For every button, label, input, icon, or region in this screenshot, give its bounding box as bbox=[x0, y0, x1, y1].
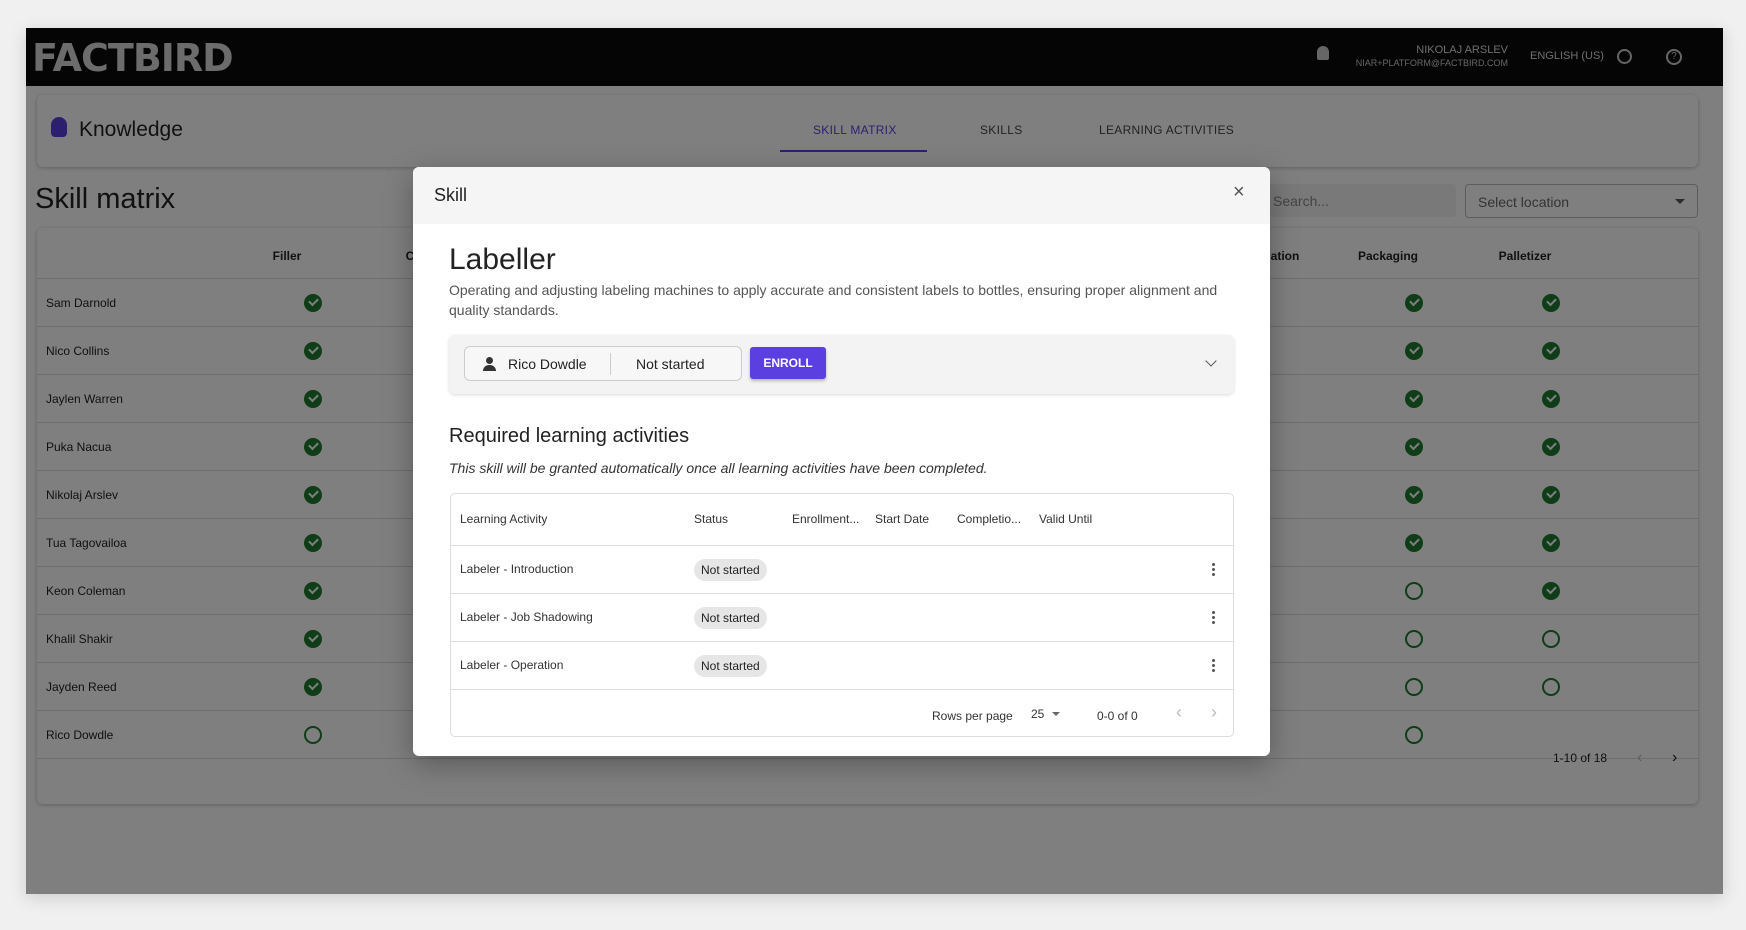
enroll-button[interactable]: ENROLL bbox=[750, 347, 826, 379]
dialog-title: Skill bbox=[434, 185, 468, 205]
column-header[interactable]: Learning Activity bbox=[460, 512, 547, 526]
status-badge: Not started bbox=[694, 655, 767, 677]
learning-activities-table: Learning Activity Status Enrollment... Star… bbox=[450, 493, 1234, 737]
person-icon bbox=[483, 357, 496, 371]
status-badge: Not started bbox=[694, 607, 767, 629]
dialog-header: Skill × bbox=[413, 167, 1270, 224]
activity-name[interactable]: Labeler - Operation bbox=[460, 658, 563, 672]
rows-per-page-value: 25 bbox=[1031, 707, 1045, 721]
column-header[interactable]: Start Date bbox=[875, 512, 929, 526]
more-options-icon[interactable] bbox=[1212, 664, 1215, 667]
skill-name: Labeller bbox=[449, 243, 556, 276]
caret-down-icon bbox=[1051, 712, 1060, 720]
section-title: Required learning activities bbox=[449, 425, 690, 447]
activity-name[interactable]: Labeler - Introduction bbox=[460, 562, 573, 576]
more-options-icon[interactable] bbox=[1212, 616, 1215, 619]
skill-description: Operating and adjusting labeling machine… bbox=[449, 282, 1218, 318]
divider bbox=[451, 593, 1233, 594]
chevron-down-icon[interactable] bbox=[1205, 355, 1217, 367]
section-note: This skill will be granted automatically… bbox=[449, 460, 988, 476]
divider bbox=[451, 641, 1233, 642]
divider bbox=[610, 353, 611, 375]
divider bbox=[451, 689, 1233, 690]
rows-per-page-label: Rows per page bbox=[932, 709, 1013, 723]
enrollment-chip[interactable]: Rico Dowdle Not started bbox=[464, 346, 742, 381]
enrollment-panel: Rico Dowdle Not started ENROLL bbox=[449, 335, 1234, 394]
column-header[interactable]: Completio... bbox=[957, 512, 1021, 526]
enrollee-name: Rico Dowdle bbox=[508, 356, 587, 372]
table-range: 0-0 of 0 bbox=[1097, 709, 1138, 723]
rows-per-page-select[interactable]: 25 bbox=[1031, 707, 1060, 721]
skill-dialog: Skill × Labeller Operating and adjusting… bbox=[413, 167, 1270, 756]
divider bbox=[451, 545, 1233, 546]
status-badge: Not started bbox=[694, 559, 767, 581]
activity-name[interactable]: Labeler - Job Shadowing bbox=[460, 610, 593, 624]
column-header[interactable]: Valid Until bbox=[1039, 512, 1092, 526]
more-options-icon[interactable] bbox=[1212, 568, 1215, 571]
close-icon[interactable]: × bbox=[1233, 181, 1245, 204]
enrollment-status: Not started bbox=[636, 356, 705, 372]
column-header[interactable]: Enrollment... bbox=[792, 512, 859, 526]
prev-page-icon[interactable]: ‹ bbox=[1176, 702, 1182, 723]
next-page-icon[interactable]: › bbox=[1211, 702, 1217, 723]
column-header[interactable]: Status bbox=[694, 512, 728, 526]
